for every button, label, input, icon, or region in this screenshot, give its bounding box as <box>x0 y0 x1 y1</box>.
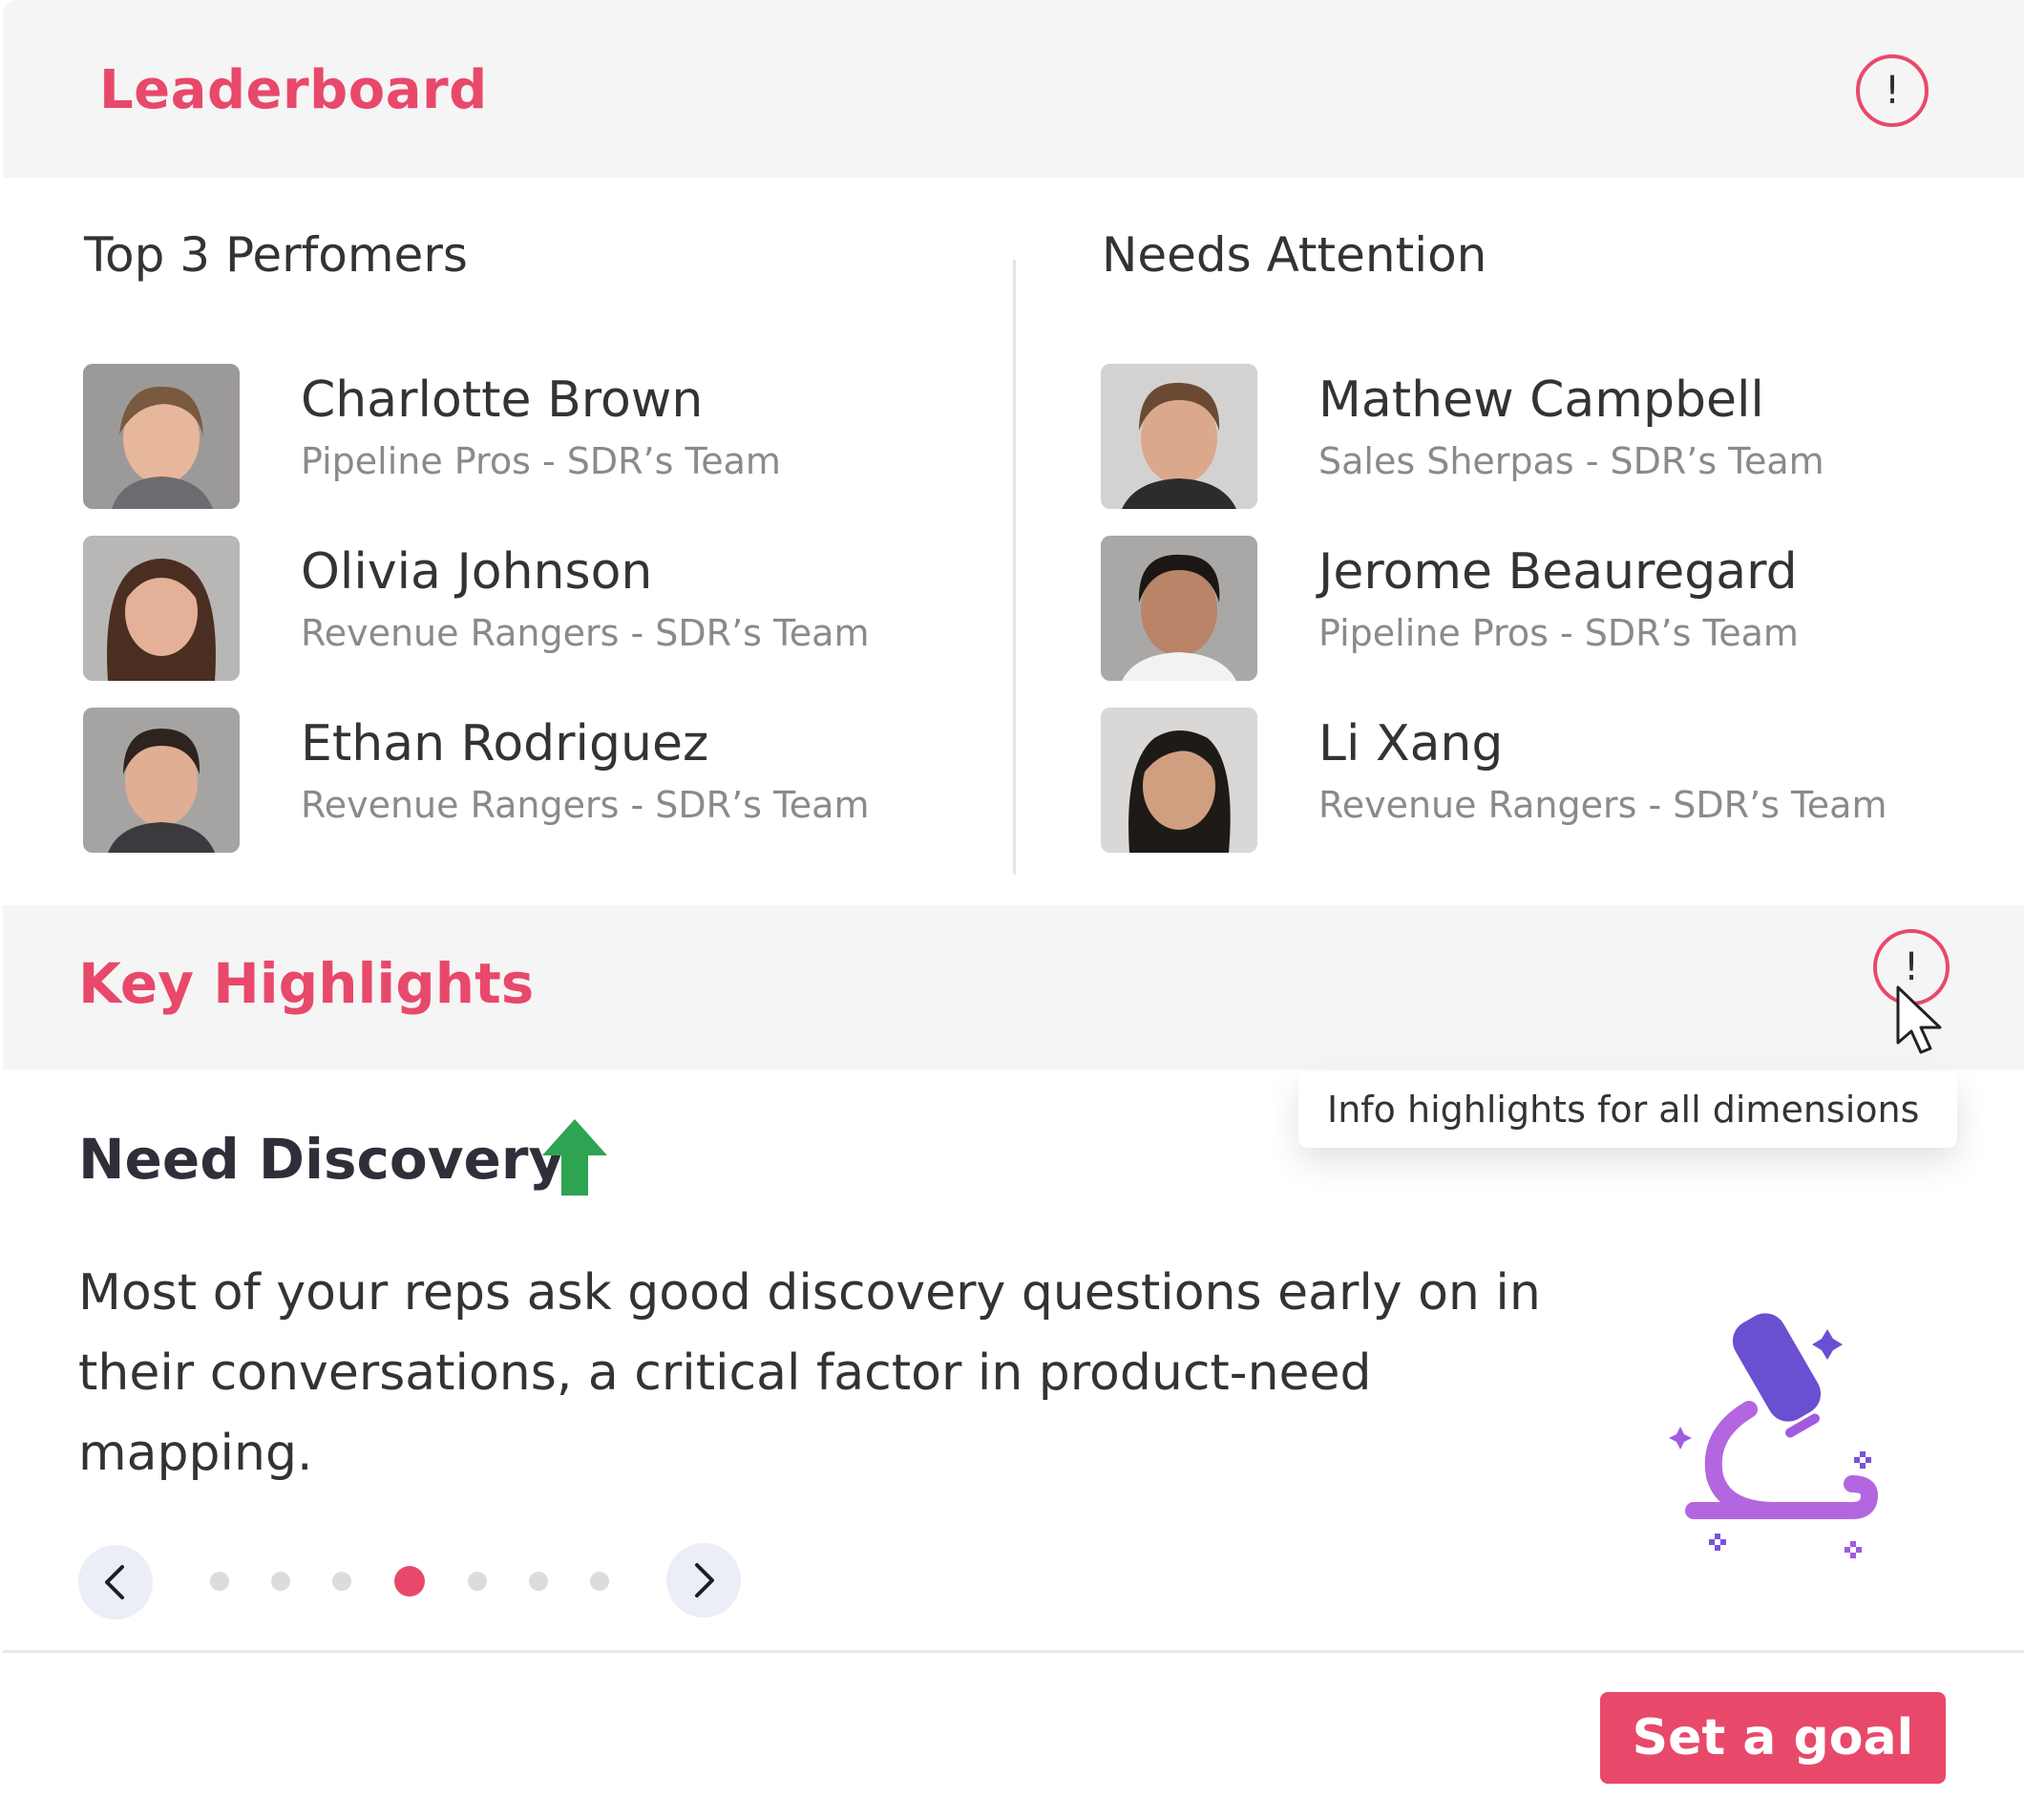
pagination-dot[interactable] <box>210 1572 229 1591</box>
key-highlights-title: Key Highlights <box>78 951 535 1016</box>
performer-team: Revenue Rangers - SDR’s Team <box>301 612 870 654</box>
avatar <box>83 536 240 681</box>
avatar <box>1101 708 1257 853</box>
avatar <box>83 708 240 853</box>
performer-team: Pipeline Pros - SDR’s Team <box>301 440 781 482</box>
attention-name: Li Xang <box>1318 715 1504 772</box>
pagination-dot[interactable] <box>468 1572 487 1591</box>
leaderboard-title: Leaderboard <box>99 59 488 121</box>
mouse-cursor-icon <box>1896 985 1942 1054</box>
arrow-up-icon <box>542 1119 607 1196</box>
pagination-dot[interactable] <box>271 1572 290 1591</box>
attention-row[interactable]: Jerome Beauregard Pipeline Pros - SDR’s … <box>1101 536 2017 681</box>
avatar <box>1101 536 1257 681</box>
performer-team: Revenue Rangers - SDR’s Team <box>301 784 870 826</box>
previous-button[interactable] <box>78 1545 153 1619</box>
needs-attention-title: Needs Attention <box>1102 227 1487 283</box>
performer-name: Olivia Johnson <box>301 543 653 601</box>
avatar <box>1101 364 1257 509</box>
column-divider <box>1013 260 1016 875</box>
highlight-title: Need Discovery <box>78 1127 565 1192</box>
pagination-dot[interactable] <box>332 1572 351 1591</box>
chevron-right-icon <box>695 1563 714 1598</box>
attention-team: Revenue Rangers - SDR’s Team <box>1318 784 1887 826</box>
attention-team: Sales Sherpas - SDR’s Team <box>1318 440 1824 482</box>
info-tooltip: Info highlights for all dimensions <box>1298 1071 1957 1148</box>
attention-row[interactable]: Li Xang Revenue Rangers - SDR’s Team <box>1101 708 2017 853</box>
attention-name: Jerome Beauregard <box>1318 543 1798 601</box>
pagination-dot[interactable] <box>590 1572 609 1591</box>
performer-name: Ethan Rodriguez <box>301 715 709 772</box>
next-button[interactable] <box>666 1543 741 1618</box>
leaderboard-info-icon[interactable]: ! <box>1856 54 1929 127</box>
set-goal-button[interactable]: Set a goal <box>1600 1692 1946 1784</box>
performer-row[interactable]: Charlotte Brown Pipeline Pros - SDR’s Te… <box>83 364 1000 509</box>
avatar <box>83 364 240 509</box>
footer-divider <box>3 1650 2024 1653</box>
chevron-left-icon <box>105 1565 124 1599</box>
performer-row[interactable]: Ethan Rodriguez Revenue Rangers - SDR’s … <box>83 708 1000 853</box>
attention-team: Pipeline Pros - SDR’s Team <box>1318 612 1799 654</box>
pagination-dot-active[interactable] <box>394 1566 425 1597</box>
top-performers-title: Top 3 Perfomers <box>84 227 468 283</box>
highlight-description: Most of your reps ask good discovery que… <box>78 1264 1541 1482</box>
attention-row[interactable]: Mathew Campbell Sales Sherpas - SDR’s Te… <box>1101 364 2017 509</box>
pagination-dot[interactable] <box>529 1572 548 1591</box>
performer-name: Charlotte Brown <box>301 371 704 429</box>
leaderboard-card: Leaderboard ! Top 3 Perfomers Needs Atte… <box>0 0 2024 1820</box>
performer-row[interactable]: Olivia Johnson Revenue Rangers - SDR’s T… <box>83 536 1000 681</box>
attention-name: Mathew Campbell <box>1318 371 1764 429</box>
microscope-icon <box>1669 1313 1879 1558</box>
